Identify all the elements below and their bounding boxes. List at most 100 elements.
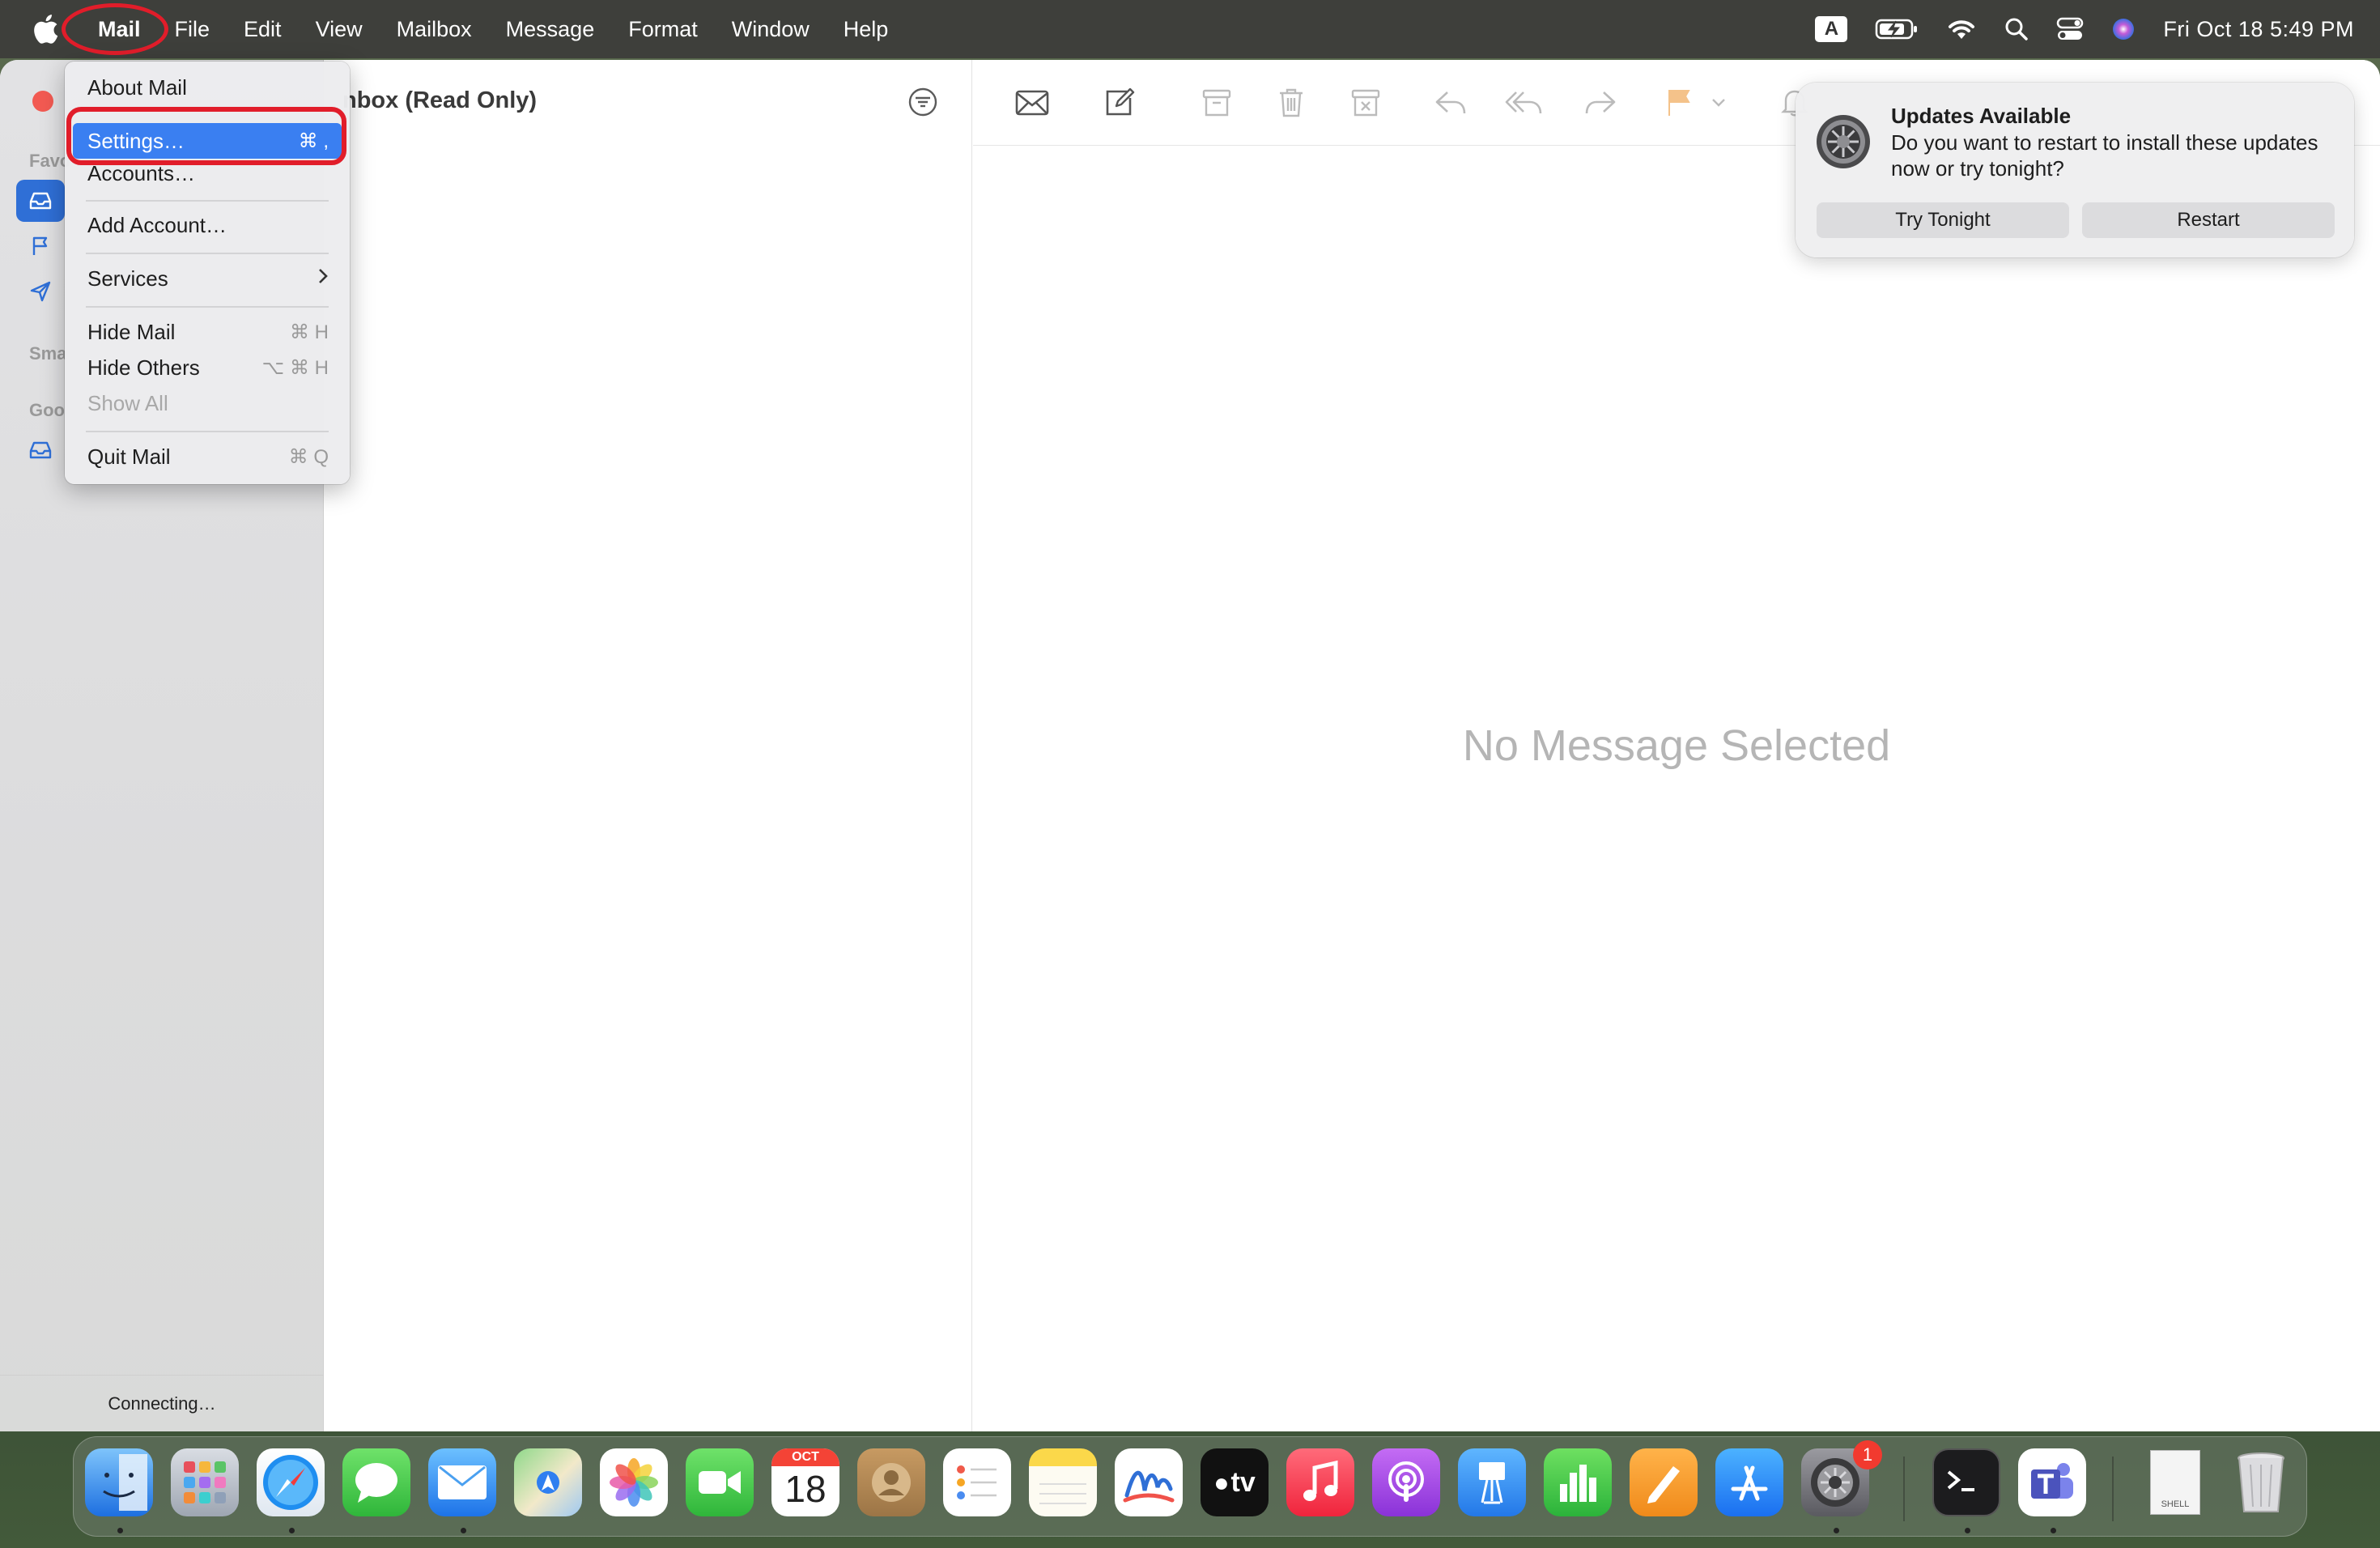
running-indicator [461, 1528, 466, 1533]
contacts-icon[interactable] [857, 1448, 925, 1516]
reply-all-button[interactable] [1504, 83, 1545, 123]
compose-button[interactable] [1099, 83, 1139, 123]
menu-window[interactable]: Window [715, 0, 827, 58]
menu-item-settings[interactable]: Settings… ⌘ , [73, 123, 342, 159]
updates-notification[interactable]: Updates Available Do you want to restart… [1796, 83, 2354, 257]
launchpad-icon[interactable] [171, 1448, 239, 1516]
menu-item-label: Show All [87, 390, 168, 415]
teams-icon[interactable] [2018, 1448, 2086, 1516]
menu-file[interactable]: File [158, 0, 227, 58]
menu-mail[interactable]: Mail [81, 0, 158, 58]
flag-button[interactable] [1659, 83, 1699, 123]
keynote-icon[interactable] [1458, 1448, 1526, 1516]
control-center-icon[interactable] [2056, 17, 2084, 41]
inbox-icon [29, 192, 52, 210]
dock-separator [2112, 1457, 2114, 1521]
menu-view[interactable]: View [299, 0, 380, 58]
delete-button[interactable] [1271, 83, 1311, 123]
podcasts-icon[interactable] [1372, 1448, 1440, 1516]
reply-all-icon [1505, 91, 1542, 114]
sidebar-item-sent[interactable] [16, 270, 65, 313]
compose-icon [1106, 87, 1135, 116]
menu-item-about-mail[interactable]: About Mail [73, 70, 342, 105]
reply-button[interactable] [1430, 83, 1471, 123]
running-indicator [1834, 1528, 1839, 1533]
notes-icon[interactable] [1029, 1448, 1097, 1516]
menu-item-services[interactable]: Services [73, 261, 342, 296]
numbers-icon[interactable] [1544, 1448, 1612, 1516]
menu-item-label: Add Account… [87, 212, 227, 237]
chevron-right-icon [317, 267, 329, 291]
menu-mailbox[interactable]: Mailbox [380, 0, 489, 58]
battery-icon[interactable] [1875, 18, 1919, 40]
mail-app-menu: About Mail Settings… ⌘ , Accounts… Add A… [65, 62, 350, 484]
menu-item-label: Hide Others [87, 355, 200, 380]
menu-item-quit-mail[interactable]: Quit Mail ⌘ Q [73, 439, 342, 474]
apple-menu-icon[interactable] [31, 13, 60, 45]
get-mail-button[interactable] [1012, 83, 1052, 123]
menu-item-hide-mail[interactable]: Hide Mail ⌘ H [73, 314, 342, 350]
flag-menu-button[interactable] [1706, 83, 1731, 123]
forward-icon [1585, 91, 1616, 114]
dock-separator [1903, 1457, 1905, 1521]
flag-icon [32, 236, 48, 255]
forward-button[interactable] [1580, 83, 1621, 123]
paper-plane-icon [30, 281, 51, 302]
sidebar-item-inbox[interactable] [16, 180, 65, 222]
pages-icon[interactable] [1630, 1448, 1698, 1516]
notification-badge: 1 [1853, 1440, 1882, 1469]
close-window-button[interactable] [32, 91, 53, 112]
notification-title: Updates Available [1891, 104, 2072, 128]
dock: OCT 18 ● tv 1 SHELL [73, 1436, 2307, 1537]
facetime-icon[interactable] [686, 1448, 754, 1516]
junk-button[interactable] [1345, 83, 1386, 123]
menu-item-add-account[interactable]: Add Account… [73, 207, 342, 243]
sidebar-heading-google: Goo [29, 400, 65, 420]
wifi-icon[interactable] [1946, 17, 1977, 41]
finder-icon[interactable] [85, 1448, 153, 1516]
trash-icon [1280, 88, 1303, 117]
input-source-indicator[interactable]: A [1815, 16, 1848, 42]
menu-message[interactable]: Message [489, 0, 612, 58]
menu-item-shortcut: ⌘ H [290, 321, 329, 343]
maps-icon[interactable] [514, 1448, 582, 1516]
restart-button[interactable]: Restart [2082, 202, 2335, 238]
reply-icon [1435, 91, 1466, 114]
try-tonight-button[interactable]: Try Tonight [1817, 202, 2069, 238]
archive-button[interactable] [1196, 83, 1237, 123]
safari-icon[interactable] [257, 1448, 325, 1516]
music-icon[interactable] [1286, 1448, 1354, 1516]
calendar-day: 18 [784, 1468, 827, 1510]
menu-item-hide-others[interactable]: Hide Others ⌥ ⌘ H [73, 350, 342, 385]
menu-bar-clock[interactable]: Fri Oct 18 5:49 PM [2163, 17, 2354, 42]
app-store-icon[interactable] [1715, 1448, 1783, 1516]
menu-bar: Mail File Edit View Mailbox Message Form… [0, 0, 2380, 58]
sidebar-item-google-inbox[interactable] [16, 429, 65, 471]
terminal-icon[interactable] [1932, 1448, 2000, 1516]
freeform-icon[interactable] [1115, 1448, 1183, 1516]
message-detail-pane: No Message Selected [973, 60, 2380, 1431]
trash-icon[interactable] [2227, 1448, 2295, 1516]
sidebar-item-flagged[interactable] [16, 225, 65, 267]
photos-icon[interactable] [600, 1448, 668, 1516]
siri-icon[interactable] [2111, 17, 2136, 41]
running-indicator [2051, 1528, 2056, 1533]
shell-document-icon[interactable]: SHELL [2141, 1448, 2209, 1516]
filter-button[interactable] [907, 86, 939, 118]
calendar-icon[interactable]: OCT 18 [771, 1448, 839, 1516]
menu-edit[interactable]: Edit [227, 0, 299, 58]
menu-item-label: Accounts… [87, 160, 195, 185]
chevron-down-icon [1712, 99, 1725, 107]
menu-help[interactable]: Help [827, 0, 906, 58]
apple-tv-icon[interactable]: ● tv [1201, 1448, 1269, 1516]
messages-icon[interactable] [342, 1448, 410, 1516]
spotlight-search-icon[interactable] [2004, 17, 2029, 41]
notification-body: Do you want to restart to install these … [1891, 130, 2318, 181]
menu-format[interactable]: Format [611, 0, 715, 58]
menu-item-accounts[interactable]: Accounts… [73, 159, 342, 188]
running-indicator [117, 1528, 123, 1533]
sidebar-status: Connecting… [0, 1375, 324, 1431]
reminders-icon[interactable] [943, 1448, 1011, 1516]
mail-app-icon[interactable] [428, 1448, 496, 1516]
no-message-placeholder: No Message Selected [1462, 721, 1891, 770]
